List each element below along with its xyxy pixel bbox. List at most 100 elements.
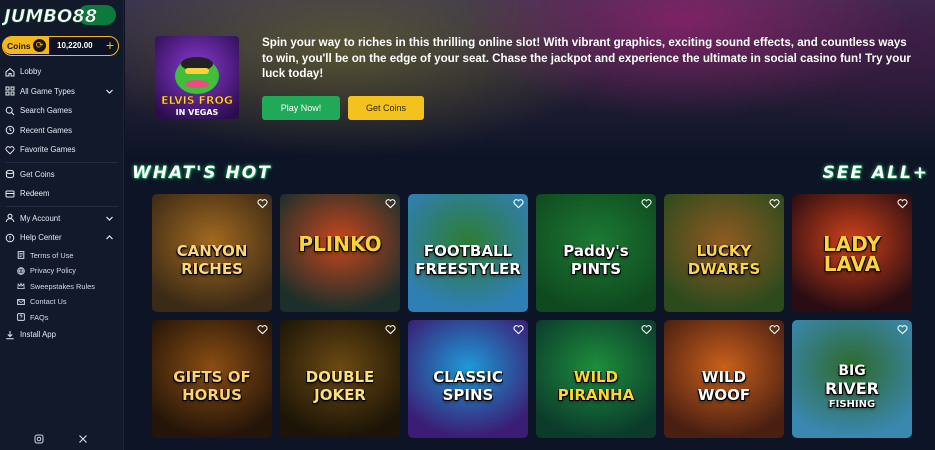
help-icon — [5, 233, 15, 243]
game-title: RIVER — [825, 379, 879, 398]
sidebar-item-redeem[interactable]: Redeem — [0, 184, 124, 204]
game-title: FREESTYLER — [415, 260, 521, 278]
play-now-button[interactable]: Play Now! — [262, 96, 340, 120]
featured-description: Spin your way to riches in this thrillin… — [262, 36, 911, 81]
help-item-contact-us[interactable]: Contact Us — [0, 294, 124, 310]
coins-balance-pill[interactable]: Coins ⟳ 10,220.00 + — [2, 36, 119, 56]
featured-game-thumbnail[interactable]: ELVIS FROG IN VEGAS — [155, 36, 239, 119]
chevron-down-icon[interactable] — [105, 87, 114, 96]
game-tile[interactable]: GIFTS OF HORUS — [152, 320, 272, 438]
favorite-heart-icon[interactable] — [513, 324, 524, 335]
sidebar-item-help-center[interactable]: Help Center — [0, 228, 124, 248]
game-title: PIRANHA — [557, 386, 635, 404]
sidebar-item-label: Search Games — [20, 106, 73, 116]
help-item-privacy-policy[interactable]: Privacy Policy — [0, 263, 124, 279]
game-tile[interactable]: CLASSIC SPINS — [408, 320, 528, 438]
game-tile[interactable]: CANYON RICHES — [152, 194, 272, 312]
favorite-heart-icon[interactable] — [641, 198, 652, 209]
game-tile[interactable]: Paddy's PINTS — [536, 194, 656, 312]
add-coins-button[interactable]: + — [106, 37, 114, 54]
sidebar-item-label: Recent Games — [20, 125, 73, 135]
game-title: FISHING — [828, 399, 876, 410]
logo[interactable]: JUMBO88 — [2, 3, 120, 27]
game-tile[interactable]: PLINKO — [280, 194, 400, 312]
divider — [6, 205, 118, 207]
game-tile[interactable]: DOUBLE JOKER — [280, 320, 400, 438]
game-title: FOOTBALL — [423, 242, 513, 260]
game-title: HORUS — [182, 386, 242, 404]
help-item-label: Terms of Use — [30, 250, 74, 260]
help-item-label: Contact Us — [30, 297, 67, 307]
redeem-icon — [5, 189, 15, 199]
favorite-heart-icon[interactable] — [257, 198, 268, 209]
sidebar-item-label: Install App — [20, 330, 56, 340]
sidebar: JUMBO88 Coins ⟳ 10,220.00 + Lobby All Ga… — [0, 0, 124, 450]
game-grid: CANYON RICHES PLINKO FOOTBALL FREESTYLER Padd… — [152, 194, 912, 438]
favorite-heart-icon[interactable] — [641, 324, 652, 335]
chevron-down-icon[interactable] — [105, 214, 114, 223]
game-tile[interactable]: FOOTBALL FREESTYLER — [408, 194, 528, 312]
game-title: GIFTS OF — [173, 368, 251, 386]
sidebar-item-get-coins[interactable]: Get Coins — [0, 165, 124, 185]
logo-text: JUMBO88 — [2, 6, 97, 27]
sidebar-item-lobby[interactable]: Lobby — [0, 62, 124, 82]
game-tile[interactable]: LUCKY DWARFS — [664, 194, 784, 312]
favorite-heart-icon[interactable] — [769, 324, 780, 335]
game-title: PINTS — [570, 260, 622, 278]
coins-balance: 10,220.00 — [57, 41, 93, 50]
favorite-heart-icon[interactable] — [385, 198, 396, 209]
heart-icon — [5, 145, 15, 155]
get-coins-button[interactable]: Get Coins — [348, 96, 424, 120]
chevron-up-icon[interactable] — [105, 233, 114, 242]
game-tile[interactable]: LADY LAVA — [792, 194, 912, 312]
favorite-heart-icon[interactable] — [897, 198, 908, 209]
sidebar-item-all-game-types[interactable]: All Game Types — [0, 82, 124, 102]
sidebar-item-my-account[interactable]: My Account — [0, 209, 124, 229]
history-icon — [5, 125, 15, 135]
favorite-heart-icon[interactable] — [513, 198, 524, 209]
mail-icon — [17, 298, 25, 306]
sidebar-item-search-games[interactable]: Search Games — [0, 101, 124, 121]
featured-game-title-line2: IN VEGAS — [176, 108, 219, 117]
game-title: RICHES — [181, 260, 243, 278]
grid-icon — [5, 86, 15, 96]
sidebar-item-label: All Game Types — [20, 86, 75, 96]
game-title: BIG — [838, 363, 866, 379]
sidebar-item-label: Redeem — [20, 189, 50, 199]
game-tile[interactable]: BIG RIVER FISHING — [792, 320, 912, 438]
game-title: LUCKY — [696, 242, 752, 260]
see-all-link[interactable]: SEE ALL+ — [823, 163, 929, 183]
section-title: WHAT'S HOT — [132, 163, 272, 183]
help-item-terms-of-use[interactable]: Terms of Use — [0, 248, 124, 264]
help-item-sweepstakes-rules[interactable]: Sweepstakes Rules — [0, 279, 124, 295]
game-title: CLASSIC — [433, 368, 503, 386]
sidebar-item-favorite-games[interactable]: Favorite Games — [0, 140, 124, 160]
sidebar-item-label: Favorite Games — [20, 145, 76, 155]
sidebar-item-label: Lobby — [20, 67, 42, 77]
game-tile[interactable]: WILD WOOF — [664, 320, 784, 438]
divider — [6, 161, 118, 163]
help-item-label: Sweepstakes Rules — [30, 281, 95, 291]
instagram-icon[interactable] — [34, 434, 44, 444]
download-icon — [5, 330, 15, 340]
x-icon[interactable] — [78, 434, 88, 444]
game-tile[interactable]: WILD PIRANHA — [536, 320, 656, 438]
game-title: WILD — [701, 368, 747, 386]
featured-banner: ELVIS FROG IN VEGAS Spin your way to ric… — [125, 0, 935, 160]
featured-game-title-line1: ELVIS FROG — [161, 94, 233, 107]
game-title: CANYON — [176, 242, 248, 260]
favorite-heart-icon[interactable] — [897, 324, 908, 335]
game-title: SPINS — [442, 386, 494, 404]
favorite-heart-icon[interactable] — [769, 198, 780, 209]
swap-currency-icon[interactable]: ⟳ — [33, 39, 46, 52]
sidebar-item-recent-games[interactable]: Recent Games — [0, 121, 124, 141]
favorite-heart-icon[interactable] — [257, 324, 268, 335]
favorite-heart-icon[interactable] — [385, 324, 396, 335]
help-item-faqs[interactable]: FAQs — [0, 310, 124, 326]
game-title: DWARFS — [687, 260, 761, 278]
sidebar-item-install-app[interactable]: Install App — [0, 325, 124, 345]
help-item-label: FAQs — [30, 312, 49, 322]
home-icon — [5, 67, 15, 77]
social-links — [34, 434, 88, 444]
game-title: WILD — [573, 368, 619, 386]
